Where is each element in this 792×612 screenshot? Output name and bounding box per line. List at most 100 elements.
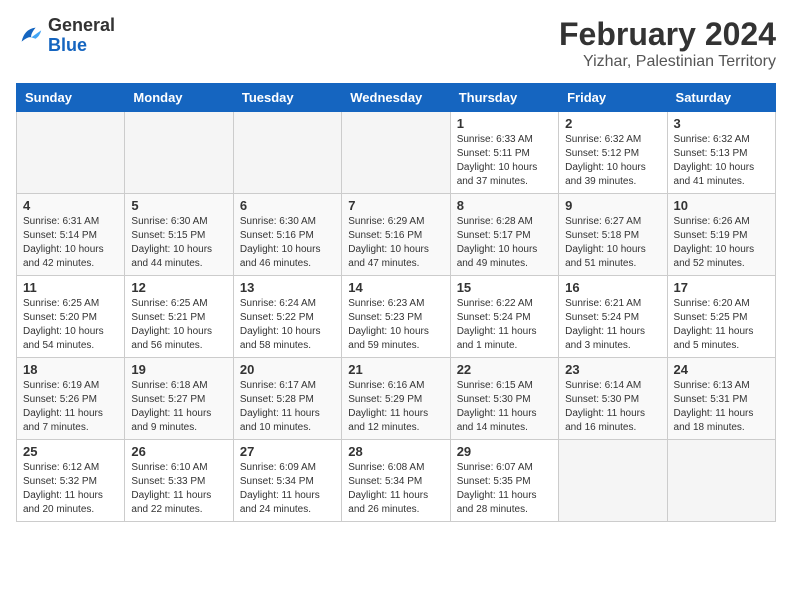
day-info: Sunrise: 6:32 AM Sunset: 5:13 PM Dayligh…	[674, 133, 769, 189]
page-subtitle: Yizhar, Palestinian Territory	[559, 53, 776, 71]
day-number: 20	[240, 362, 335, 377]
day-info: Sunrise: 6:22 AM Sunset: 5:24 PM Dayligh…	[457, 297, 552, 353]
calendar-day-cell: 29Sunrise: 6:07 AM Sunset: 5:35 PM Dayli…	[450, 440, 558, 522]
day-number: 7	[348, 198, 443, 213]
calendar-day-header: Wednesday	[342, 84, 450, 112]
calendar-day-cell: 20 Sunrise: 6:17 AM Sunset: 5:28 PM Dayli…	[233, 358, 341, 440]
calendar-day-cell: 15 Sunrise: 6:22 AM Sunset: 5:24 PM Dayli…	[450, 276, 558, 358]
calendar-day-cell: 2 Sunrise: 6:32 AM Sunset: 5:12 PM Daylig…	[559, 112, 667, 194]
day-info: Sunrise: 6:21 AM Sunset: 5:24 PM Dayligh…	[565, 297, 660, 353]
day-info: Sunrise: 6:09 AM Sunset: 5:34 PM Dayligh…	[240, 461, 335, 517]
day-number: 11	[23, 280, 118, 295]
day-info: Sunrise: 6:23 AM Sunset: 5:23 PM Dayligh…	[348, 297, 443, 353]
calendar-day-cell: 11 Sunrise: 6:25 AM Sunset: 5:20 PM Dayli…	[17, 276, 125, 358]
day-number: 6	[240, 198, 335, 213]
logo: General Blue	[16, 16, 115, 56]
day-number: 29	[457, 444, 552, 459]
day-info: Sunrise: 6:15 AM Sunset: 5:30 PM Dayligh…	[457, 379, 552, 435]
day-number: 23	[565, 362, 660, 377]
calendar-day-cell: 26 Sunrise: 6:10 AM Sunset: 5:33 PM Dayli…	[125, 440, 233, 522]
day-number: 4	[23, 198, 118, 213]
day-info: Sunrise: 6:31 AM Sunset: 5:14 PM Dayligh…	[23, 215, 118, 271]
day-info: Sunrise: 6:17 AM Sunset: 5:28 PM Dayligh…	[240, 379, 335, 435]
day-info: Sunrise: 6:10 AM Sunset: 5:33 PM Dayligh…	[131, 461, 226, 517]
day-info: Sunrise: 6:32 AM Sunset: 5:12 PM Dayligh…	[565, 133, 660, 189]
calendar-day-header: Thursday	[450, 84, 558, 112]
calendar-day-cell: 21 Sunrise: 6:16 AM Sunset: 5:29 PM Dayli…	[342, 358, 450, 440]
day-info: Sunrise: 6:24 AM Sunset: 5:22 PM Dayligh…	[240, 297, 335, 353]
calendar-table: SundayMondayTuesdayWednesdayThursdayFrid…	[16, 83, 776, 522]
day-number: 28	[348, 444, 443, 459]
logo-text: General Blue	[48, 16, 115, 56]
calendar-day-cell	[342, 112, 450, 194]
calendar-day-cell: 6Sunrise: 6:30 AM Sunset: 5:16 PM Daylig…	[233, 194, 341, 276]
calendar-week-row: 4 Sunrise: 6:31 AM Sunset: 5:14 PM Daylig…	[17, 194, 776, 276]
day-number: 27	[240, 444, 335, 459]
day-info: Sunrise: 6:25 AM Sunset: 5:21 PM Dayligh…	[131, 297, 226, 353]
day-number: 5	[131, 198, 226, 213]
calendar-day-cell: 10 Sunrise: 6:26 AM Sunset: 5:19 PM Dayli…	[667, 194, 775, 276]
logo-general: General	[48, 15, 115, 35]
calendar-day-cell	[17, 112, 125, 194]
page-header: General Blue February 2024 Yizhar, Pales…	[16, 16, 776, 71]
day-number: 17	[674, 280, 769, 295]
calendar-week-row: 11 Sunrise: 6:25 AM Sunset: 5:20 PM Dayli…	[17, 276, 776, 358]
calendar-day-header: Sunday	[17, 84, 125, 112]
calendar-day-cell: 1 Sunrise: 6:33 AM Sunset: 5:11 PM Daylig…	[450, 112, 558, 194]
calendar-day-cell: 18Sunrise: 6:19 AM Sunset: 5:26 PM Dayli…	[17, 358, 125, 440]
day-info: Sunrise: 6:26 AM Sunset: 5:19 PM Dayligh…	[674, 215, 769, 271]
calendar-day-cell	[667, 440, 775, 522]
day-number: 14	[348, 280, 443, 295]
logo-blue: Blue	[48, 35, 87, 55]
day-number: 21	[348, 362, 443, 377]
calendar-week-row: 25Sunrise: 6:12 AM Sunset: 5:32 PM Dayli…	[17, 440, 776, 522]
day-number: 25	[23, 444, 118, 459]
title-area: February 2024 Yizhar, Palestinian Territ…	[559, 16, 776, 71]
day-info: Sunrise: 6:18 AM Sunset: 5:27 PM Dayligh…	[131, 379, 226, 435]
day-info: Sunrise: 6:28 AM Sunset: 5:17 PM Dayligh…	[457, 215, 552, 271]
day-number: 26	[131, 444, 226, 459]
calendar-day-cell: 16 Sunrise: 6:21 AM Sunset: 5:24 PM Dayli…	[559, 276, 667, 358]
calendar-day-cell: 7 Sunrise: 6:29 AM Sunset: 5:16 PM Daylig…	[342, 194, 450, 276]
calendar-day-cell: 12 Sunrise: 6:25 AM Sunset: 5:21 PM Dayli…	[125, 276, 233, 358]
calendar-day-cell: 17 Sunrise: 6:20 AM Sunset: 5:25 PM Dayli…	[667, 276, 775, 358]
day-number: 9	[565, 198, 660, 213]
calendar-day-cell: 8 Sunrise: 6:28 AM Sunset: 5:17 PM Daylig…	[450, 194, 558, 276]
calendar-header-row: SundayMondayTuesdayWednesdayThursdayFrid…	[17, 84, 776, 112]
calendar-day-cell: 5 Sunrise: 6:30 AM Sunset: 5:15 PM Daylig…	[125, 194, 233, 276]
day-info: Sunrise: 6:20 AM Sunset: 5:25 PM Dayligh…	[674, 297, 769, 353]
day-info: Sunrise: 6:29 AM Sunset: 5:16 PM Dayligh…	[348, 215, 443, 271]
day-number: 13	[240, 280, 335, 295]
day-number: 15	[457, 280, 552, 295]
day-number: 16	[565, 280, 660, 295]
page-title: February 2024	[559, 16, 776, 53]
day-info: Sunrise: 6:30 AM Sunset: 5:15 PM Dayligh…	[131, 215, 226, 271]
day-info: Sunrise: 6:16 AM Sunset: 5:29 PM Dayligh…	[348, 379, 443, 435]
calendar-day-cell: 9Sunrise: 6:27 AM Sunset: 5:18 PM Daylig…	[559, 194, 667, 276]
day-number: 10	[674, 198, 769, 213]
day-info: Sunrise: 6:25 AM Sunset: 5:20 PM Dayligh…	[23, 297, 118, 353]
day-number: 1	[457, 116, 552, 131]
day-info: Sunrise: 6:14 AM Sunset: 5:30 PM Dayligh…	[565, 379, 660, 435]
calendar-day-cell: 24Sunrise: 6:13 AM Sunset: 5:31 PM Dayli…	[667, 358, 775, 440]
calendar-day-cell: 4 Sunrise: 6:31 AM Sunset: 5:14 PM Daylig…	[17, 194, 125, 276]
calendar-day-cell: 13 Sunrise: 6:24 AM Sunset: 5:22 PM Dayli…	[233, 276, 341, 358]
day-number: 3	[674, 116, 769, 131]
calendar-day-cell	[233, 112, 341, 194]
day-info: Sunrise: 6:08 AM Sunset: 5:34 PM Dayligh…	[348, 461, 443, 517]
calendar-day-cell: 14 Sunrise: 6:23 AM Sunset: 5:23 PM Dayli…	[342, 276, 450, 358]
day-info: Sunrise: 6:19 AM Sunset: 5:26 PM Dayligh…	[23, 379, 118, 435]
calendar-day-cell: 27 Sunrise: 6:09 AM Sunset: 5:34 PM Dayli…	[233, 440, 341, 522]
calendar-day-cell: 23 Sunrise: 6:14 AM Sunset: 5:30 PM Dayli…	[559, 358, 667, 440]
day-number: 12	[131, 280, 226, 295]
day-number: 8	[457, 198, 552, 213]
day-info: Sunrise: 6:13 AM Sunset: 5:31 PM Dayligh…	[674, 379, 769, 435]
calendar-day-cell: 28 Sunrise: 6:08 AM Sunset: 5:34 PM Dayli…	[342, 440, 450, 522]
calendar-day-cell	[559, 440, 667, 522]
day-info: Sunrise: 6:33 AM Sunset: 5:11 PM Dayligh…	[457, 133, 552, 189]
calendar-day-cell: 25Sunrise: 6:12 AM Sunset: 5:32 PM Dayli…	[17, 440, 125, 522]
day-number: 2	[565, 116, 660, 131]
calendar-day-cell	[125, 112, 233, 194]
day-number: 22	[457, 362, 552, 377]
day-number: 19	[131, 362, 226, 377]
